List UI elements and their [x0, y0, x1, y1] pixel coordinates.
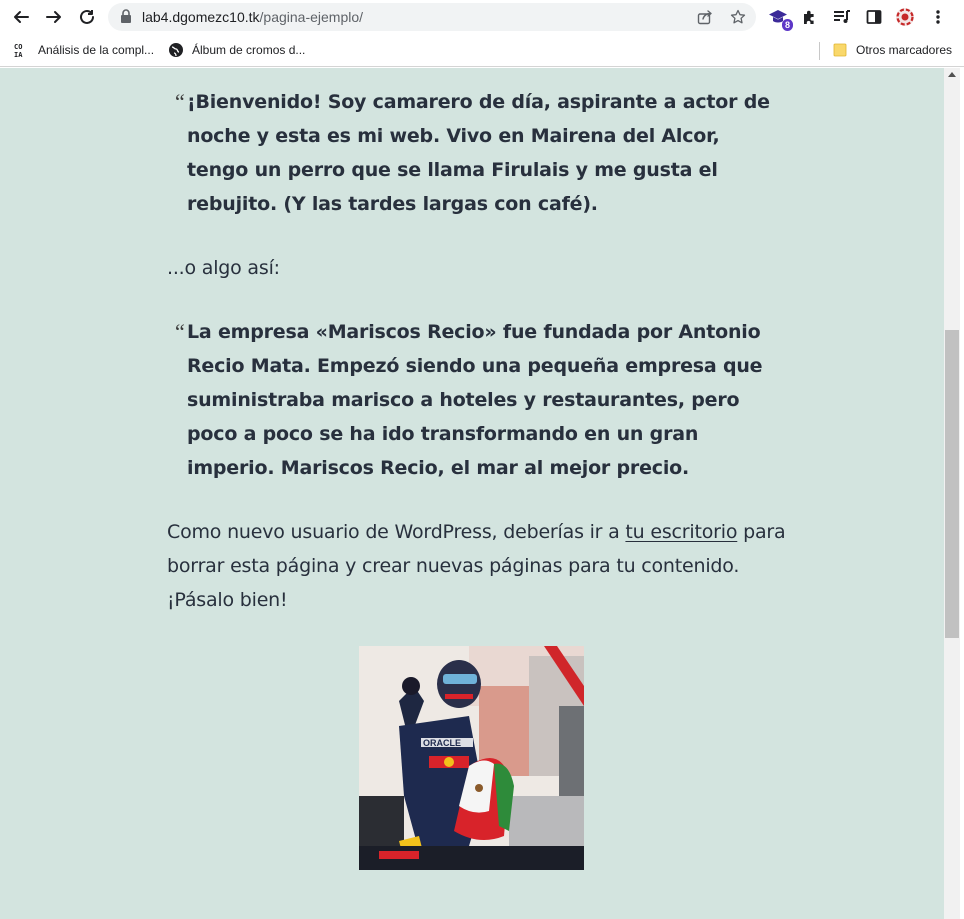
quote-mark: “	[175, 89, 185, 114]
pagespeed-icon: CO IA	[14, 42, 30, 58]
extension-button[interactable]: 8	[767, 6, 793, 31]
blockquote-mariscos: “ La empresa «Mariscos Recio» fue fundad…	[175, 315, 785, 485]
url-text[interactable]: lab4.dgomezc10.tk/pagina-ejemplo/	[142, 9, 363, 25]
url-domain: lab4.dgomezc10.tk	[142, 9, 260, 25]
browser-toolbar: lab4.dgomezc10.tk/pagina-ejemplo/ 8	[0, 0, 964, 34]
svg-text:CO: CO	[14, 43, 22, 51]
side-panel-button[interactable]	[863, 6, 885, 28]
page-content: “ ¡Bienvenido! Soy camarero de día, aspi…	[0, 68, 944, 919]
side-panel-icon	[866, 10, 882, 24]
bookmark-folder-otros[interactable]: Otros marcadores	[832, 40, 952, 60]
quote-mark: “	[175, 319, 185, 344]
media-controls-button[interactable]	[831, 6, 853, 28]
reload-button[interactable]	[75, 5, 99, 29]
bookmarks-divider	[819, 42, 820, 60]
bookmark-label: Álbum de cromos d...	[192, 43, 306, 57]
window-edge	[960, 68, 964, 919]
url-path: /pagina-ejemplo/	[259, 9, 364, 25]
kebab-menu-icon	[936, 10, 940, 24]
bookmark-item-album[interactable]: Álbum de cromos d...	[168, 40, 305, 60]
wordpress-paragraph: Como nuevo usuario de WordPress, debería…	[167, 515, 787, 617]
scroll-up-arrow-icon[interactable]	[948, 72, 956, 77]
photo-logo-text: ORACLE	[423, 738, 461, 748]
arrow-right-icon	[46, 11, 61, 23]
quote-text: La empresa «Mariscos Recio» fue fundada …	[187, 321, 763, 479]
avatar-icon	[896, 8, 914, 26]
bookmark-star-icon[interactable]	[729, 8, 747, 26]
puzzle-icon	[804, 10, 814, 24]
scrollbar-thumb[interactable]	[945, 330, 959, 638]
reload-icon	[80, 9, 94, 24]
bookmark-item-analisis[interactable]: CO IA Análisis de la compl...	[14, 40, 154, 60]
globe-icon	[168, 42, 184, 58]
dashboard-link[interactable]: tu escritorio	[625, 521, 737, 543]
address-bar[interactable]: lab4.dgomezc10.tk/pagina-ejemplo/	[108, 3, 756, 31]
svg-text:IA: IA	[14, 51, 23, 58]
arrow-left-icon	[14, 11, 29, 23]
lock-icon[interactable]	[120, 9, 132, 28]
blockquote-bienvenido: “ ¡Bienvenido! Soy camarero de día, aspi…	[175, 85, 785, 221]
bookmark-folder-label: Otros marcadores	[856, 43, 953, 57]
extensions-button[interactable]	[799, 6, 821, 28]
menu-button[interactable]	[927, 6, 949, 28]
extension-badge: 8	[781, 19, 793, 31]
quote-text: ¡Bienvenido! Soy camarero de día, aspira…	[187, 91, 770, 215]
paragraph-text: Como nuevo usuario de WordPress, debería…	[167, 521, 626, 543]
folder-icon	[832, 42, 848, 58]
forward-button[interactable]	[42, 5, 66, 29]
bookmarks-bar: CO IA Análisis de la compl... Álbum de cr…	[0, 34, 964, 67]
bookmark-label: Análisis de la compl...	[38, 43, 155, 57]
profile-button[interactable]	[894, 6, 916, 28]
playlist-music-icon	[834, 10, 850, 23]
back-button[interactable]	[9, 5, 33, 29]
middle-paragraph: ...o algo así:	[167, 257, 280, 279]
share-icon[interactable]	[696, 8, 714, 26]
driver-celebration-image: ORACLE	[359, 646, 584, 870]
